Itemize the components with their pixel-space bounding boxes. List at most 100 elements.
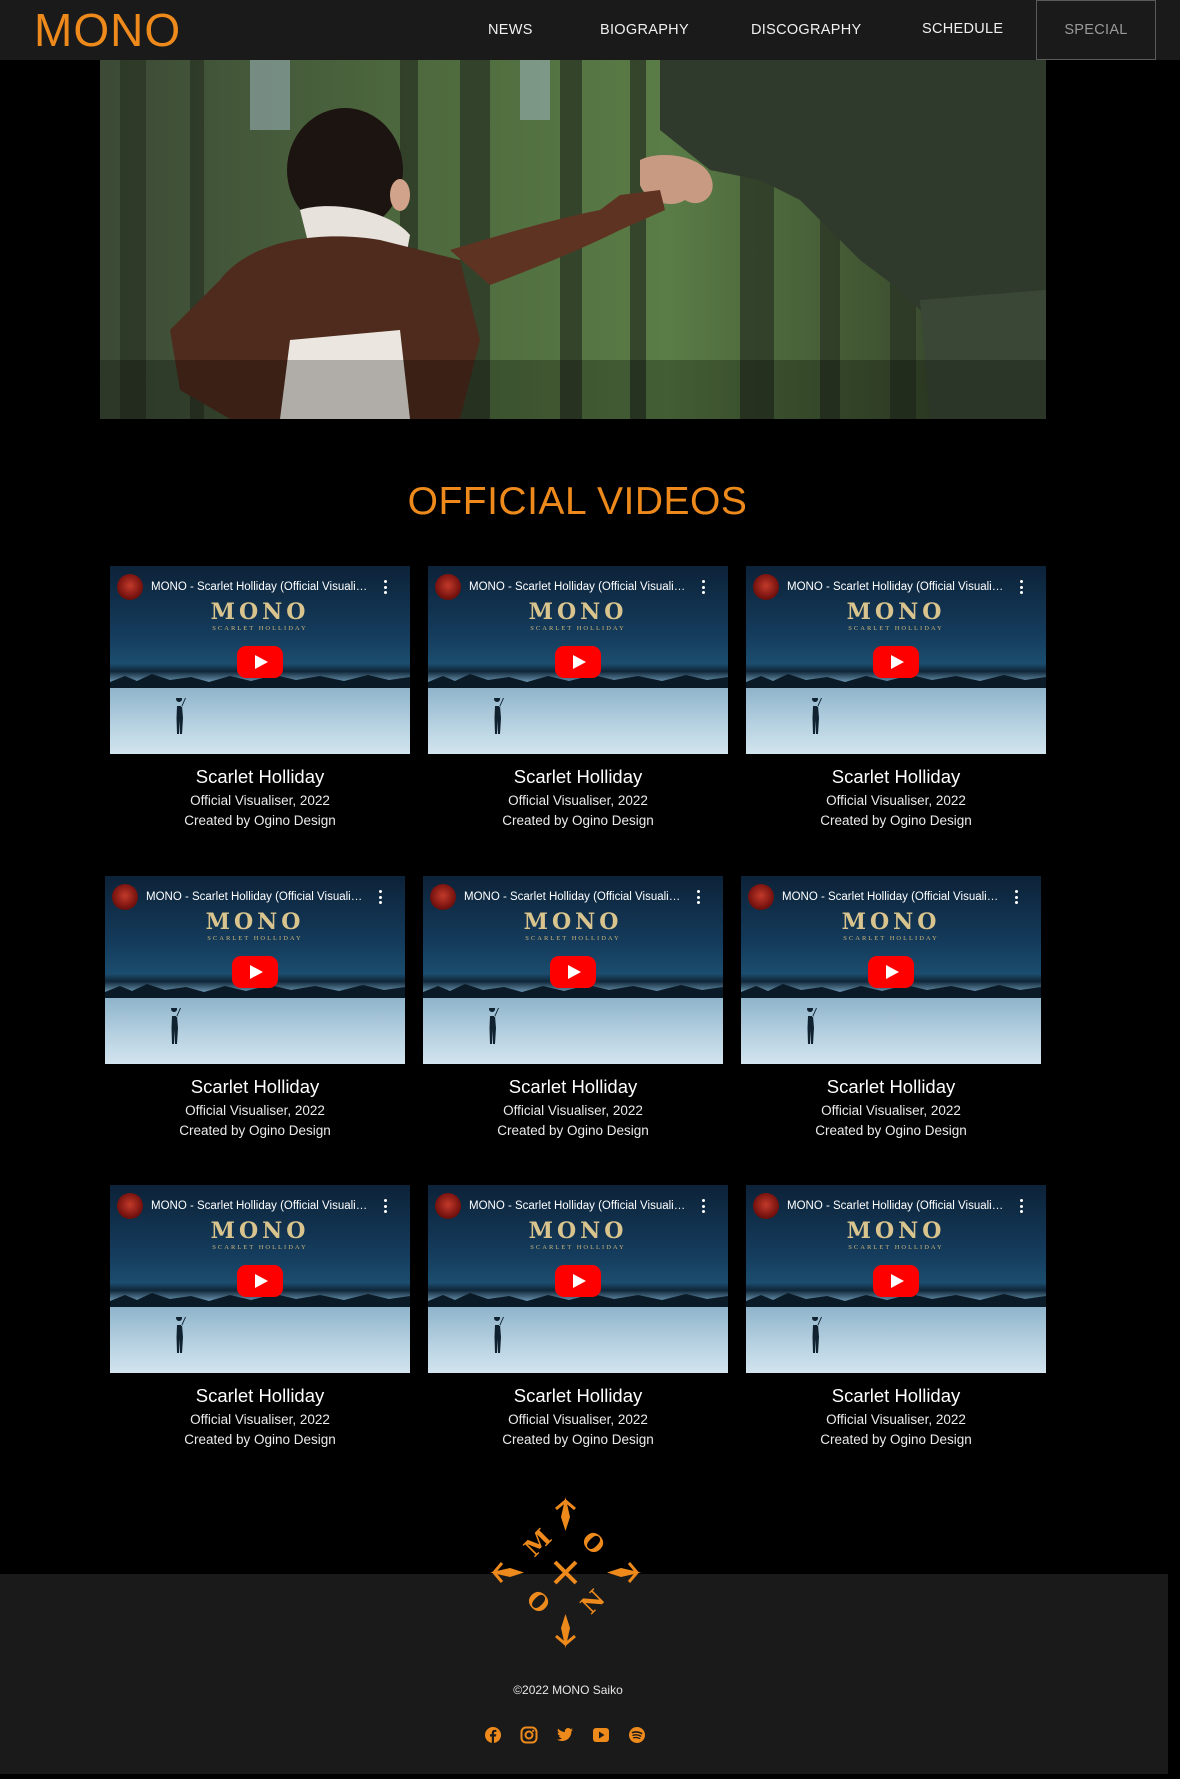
play-button[interactable] xyxy=(868,956,914,988)
more-options-icon[interactable] xyxy=(700,580,706,594)
embed-title[interactable]: MONO - Scarlet Holliday (Official Visual… xyxy=(787,581,1007,593)
more-options-icon[interactable] xyxy=(1013,890,1019,904)
channel-avatar[interactable] xyxy=(117,574,143,600)
play-button[interactable] xyxy=(550,956,596,988)
more-options-icon[interactable] xyxy=(695,890,701,904)
site-logo[interactable]: MONO xyxy=(34,4,181,56)
facebook-icon[interactable] xyxy=(484,1726,502,1744)
hero-image xyxy=(100,60,1046,419)
channel-avatar[interactable] xyxy=(753,574,779,600)
video-credit: Created by Ogino Design xyxy=(502,813,654,828)
more-options-icon[interactable] xyxy=(1018,580,1024,594)
nav-special[interactable]: SPECIAL xyxy=(1036,0,1156,60)
thumbnail-subtitle: SCARLET HOLLIDAY xyxy=(843,935,939,942)
video-type: Official Visualiser, 2022 xyxy=(826,793,966,808)
thumbnail-wordmark: MONO xyxy=(528,1218,628,1244)
video-credit: Created by Ogino Design xyxy=(815,1123,967,1138)
play-button[interactable] xyxy=(232,956,278,988)
play-button[interactable] xyxy=(237,646,283,678)
thumbnail-subtitle: SCARLET HOLLIDAY xyxy=(212,1244,308,1251)
channel-avatar[interactable] xyxy=(753,1193,779,1219)
thumbnail-wordmark: MONO xyxy=(210,599,310,625)
thumbnail-subtitle: SCARLET HOLLIDAY xyxy=(530,625,626,632)
figure-silhouette xyxy=(176,1317,186,1353)
thumbnail-subtitle: SCARLET HOLLIDAY xyxy=(207,935,303,942)
thumbnail-subtitle: SCARLET HOLLIDAY xyxy=(530,1244,626,1251)
nav-discography[interactable]: DISCOGRAPHY xyxy=(751,22,861,38)
video-credit: Created by Ogino Design xyxy=(184,813,336,828)
channel-avatar[interactable] xyxy=(430,884,456,910)
video-embed[interactable]: MONO - Scarlet Holliday (Official Visual… xyxy=(428,1185,728,1373)
more-options-icon[interactable] xyxy=(382,1199,388,1213)
twitter-icon[interactable] xyxy=(556,1726,574,1744)
thumbnail-wordmark: MONO xyxy=(528,599,628,625)
video-credit: Created by Ogino Design xyxy=(184,1432,336,1447)
video-embed[interactable]: MONO - Scarlet Holliday (Official Visual… xyxy=(105,876,405,1064)
channel-avatar[interactable] xyxy=(748,884,774,910)
play-button[interactable] xyxy=(555,1265,601,1297)
thumbnail-wordmark: MONO xyxy=(205,909,305,935)
video-title: Scarlet Holliday xyxy=(190,1076,320,1097)
video-title: Scarlet Holliday xyxy=(826,1076,956,1097)
video-card: MONO - Scarlet Holliday (Official Visual… xyxy=(105,876,405,1141)
video-embed[interactable]: MONO - Scarlet Holliday (Official Visual… xyxy=(110,566,410,754)
video-embed[interactable]: MONO - Scarlet Holliday (Official Visual… xyxy=(746,1185,1046,1373)
nav-news[interactable]: NEWS xyxy=(488,22,533,38)
nav-schedule[interactable]: SCHEDULE xyxy=(922,21,1003,37)
figure-silhouette xyxy=(489,1008,499,1044)
video-card: MONO - Scarlet Holliday (Official Visual… xyxy=(428,1185,728,1450)
embed-title[interactable]: MONO - Scarlet Holliday (Official Visual… xyxy=(151,1200,371,1212)
video-type: Official Visualiser, 2022 xyxy=(826,1412,966,1427)
thumbnail-wordmark: MONO xyxy=(841,909,941,935)
video-title: Scarlet Holliday xyxy=(195,1385,325,1406)
emblem-letter-o-top: O xyxy=(576,1525,611,1560)
video-embed[interactable]: MONO - Scarlet Holliday (Official Visual… xyxy=(423,876,723,1064)
spotify-icon[interactable] xyxy=(628,1726,646,1744)
play-button[interactable] xyxy=(237,1265,283,1297)
video-embed[interactable]: MONO - Scarlet Holliday (Official Visual… xyxy=(746,566,1046,754)
embed-title[interactable]: MONO - Scarlet Holliday (Official Visual… xyxy=(787,1200,1007,1212)
video-card: MONO - Scarlet Holliday (Official Visual… xyxy=(746,566,1046,831)
channel-avatar[interactable] xyxy=(435,1193,461,1219)
figure-silhouette xyxy=(176,698,186,734)
video-embed[interactable]: MONO - Scarlet Holliday (Official Visual… xyxy=(741,876,1041,1064)
more-options-icon[interactable] xyxy=(377,890,383,904)
embed-title[interactable]: MONO - Scarlet Holliday (Official Visual… xyxy=(782,891,1002,903)
embed-title[interactable]: MONO - Scarlet Holliday (Official Visual… xyxy=(469,1200,689,1212)
emblem-letter-o-bottom: O xyxy=(521,1584,556,1619)
video-card: MONO - Scarlet Holliday (Official Visual… xyxy=(741,876,1041,1141)
embed-title[interactable]: MONO - Scarlet Holliday (Official Visual… xyxy=(464,891,684,903)
thumbnail-subtitle: SCARLET HOLLIDAY xyxy=(848,1244,944,1251)
video-title: Scarlet Holliday xyxy=(831,766,961,787)
video-embed[interactable]: MONO - Scarlet Holliday (Official Visual… xyxy=(110,1185,410,1373)
more-options-icon[interactable] xyxy=(1018,1199,1024,1213)
video-type: Official Visualiser, 2022 xyxy=(190,793,330,808)
play-button[interactable] xyxy=(873,646,919,678)
figure-silhouette xyxy=(494,698,504,734)
embed-title[interactable]: MONO - Scarlet Holliday (Official Visual… xyxy=(151,581,371,593)
video-embed[interactable]: MONO - Scarlet Holliday (Official Visual… xyxy=(428,566,728,754)
channel-avatar[interactable] xyxy=(117,1193,143,1219)
hero-photo xyxy=(100,60,1046,419)
embed-title[interactable]: MONO - Scarlet Holliday (Official Visual… xyxy=(469,581,689,593)
video-type: Official Visualiser, 2022 xyxy=(503,1103,643,1118)
play-button[interactable] xyxy=(555,646,601,678)
more-options-icon[interactable] xyxy=(700,1199,706,1213)
play-button[interactable] xyxy=(873,1265,919,1297)
video-type: Official Visualiser, 2022 xyxy=(508,1412,648,1427)
embed-title[interactable]: MONO - Scarlet Holliday (Official Visual… xyxy=(146,891,366,903)
channel-avatar[interactable] xyxy=(112,884,138,910)
figure-silhouette xyxy=(807,1008,817,1044)
nav-biography[interactable]: BIOGRAPHY xyxy=(600,22,689,38)
channel-avatar[interactable] xyxy=(435,574,461,600)
figure-silhouette xyxy=(812,1317,822,1353)
video-credit: Created by Ogino Design xyxy=(820,813,972,828)
video-card: MONO - Scarlet Holliday (Official Visual… xyxy=(428,566,728,831)
youtube-icon[interactable] xyxy=(592,1726,610,1744)
emblem-letter-n: N xyxy=(575,1584,611,1620)
thumbnail-wordmark: MONO xyxy=(523,909,623,935)
more-options-icon[interactable] xyxy=(382,580,388,594)
instagram-icon[interactable] xyxy=(520,1726,538,1744)
video-type: Official Visualiser, 2022 xyxy=(508,793,648,808)
thumbnail-wordmark: MONO xyxy=(846,1218,946,1244)
